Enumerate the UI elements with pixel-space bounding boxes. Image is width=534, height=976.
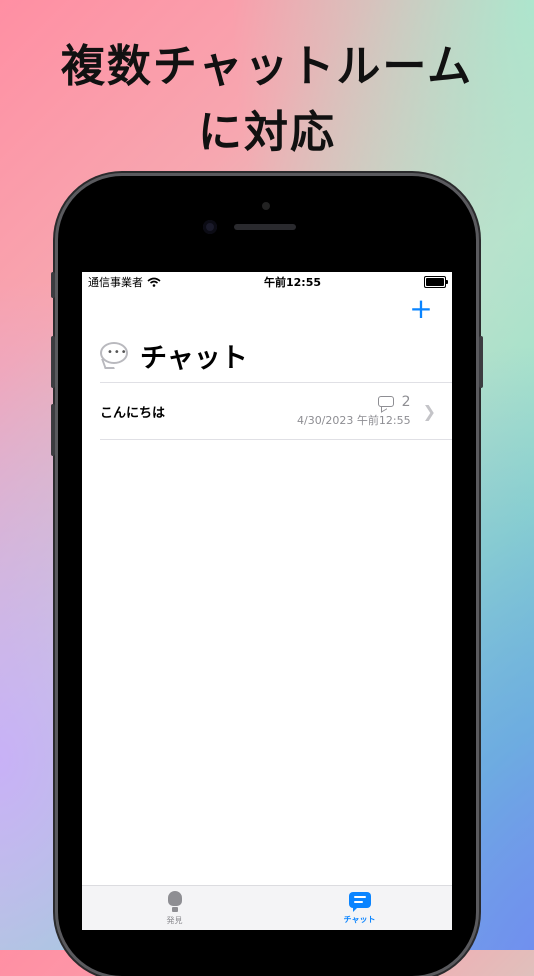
wifi-icon bbox=[147, 277, 161, 287]
app-screen: 通信事業者 午前12:55 + ••• チャット こんにちは 2 4/30/20… bbox=[82, 272, 452, 930]
chevron-right-icon: ❯ bbox=[422, 401, 436, 421]
battery-icon bbox=[423, 276, 448, 288]
front-camera bbox=[203, 220, 217, 234]
status-bar: 通信事業者 午前12:55 bbox=[82, 272, 452, 292]
tab-discover-label: 発見 bbox=[166, 915, 183, 925]
volume-up-button bbox=[51, 336, 55, 388]
proximity-sensor bbox=[262, 202, 270, 210]
comment-count: 2 bbox=[401, 394, 411, 410]
chat-room-name: こんにちは bbox=[100, 405, 166, 421]
comment-icon bbox=[377, 395, 394, 413]
lightbulb-icon bbox=[167, 890, 182, 913]
tab-bar: 発見 チャット bbox=[82, 885, 452, 930]
navigation-bar: + bbox=[82, 292, 452, 326]
status-time: 午前12:55 bbox=[263, 276, 321, 289]
speech-bubble-icon: ••• bbox=[100, 342, 130, 369]
tab-chat-label: チャット bbox=[343, 914, 376, 924]
chat-room-row[interactable]: こんにちは 2 4/30/2023 午前12:55 ❯ bbox=[82, 383, 452, 439]
headline-line-2: に対応 bbox=[198, 107, 336, 158]
add-chat-button[interactable]: + bbox=[408, 295, 434, 323]
headline-line-1: 複数チャットルーム bbox=[60, 41, 474, 92]
earpiece-speaker bbox=[234, 224, 296, 230]
chat-room-date: 4/30/2023 午前12:55 bbox=[296, 414, 411, 427]
tab-chat[interactable]: チャット bbox=[267, 886, 452, 930]
divider bbox=[100, 439, 452, 440]
page-title-row: ••• チャット bbox=[82, 334, 452, 376]
carrier-label: 通信事業者 bbox=[88, 276, 143, 289]
tab-discover[interactable]: 発見 bbox=[82, 886, 267, 930]
power-button bbox=[479, 336, 483, 388]
message-icon bbox=[348, 891, 371, 912]
mute-switch bbox=[51, 272, 55, 298]
volume-down-button bbox=[51, 404, 55, 456]
page-title: チャット bbox=[140, 342, 248, 374]
